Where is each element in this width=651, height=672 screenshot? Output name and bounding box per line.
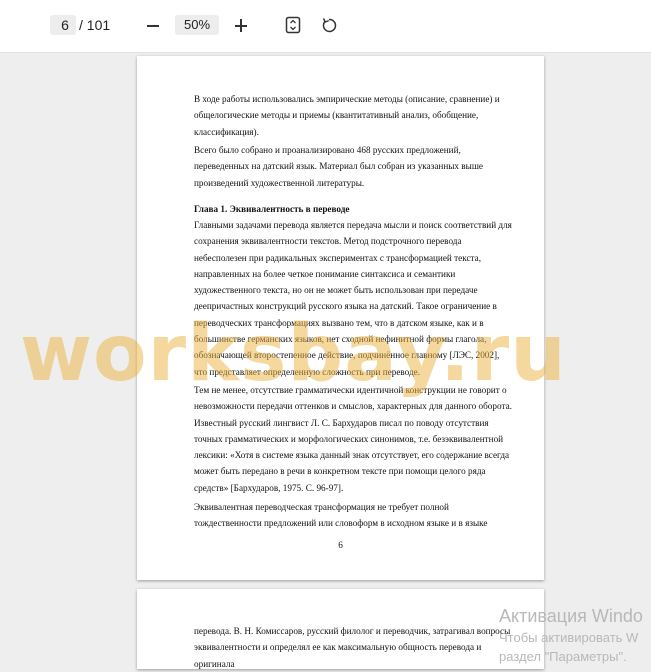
paragraph: Тем не менее, отсутствие грамматически и… — [194, 385, 512, 493]
page-total-label: / 101 — [79, 17, 111, 33]
chapter-heading: Глава 1. Эквивалентность в переводе — [194, 204, 350, 214]
document-page: В ходе работы использовались эмпирически… — [137, 56, 544, 580]
document-viewer[interactable]: В ходе работы использовались эмпирически… — [0, 53, 651, 669]
activation-title: Активация Windo — [499, 606, 643, 626]
activation-line: раздел "Параметры". — [499, 649, 627, 664]
activation-line: Чтобы активировать W — [499, 630, 639, 645]
windows-activation-notice: Активация Windo Чтобы активировать W раз… — [499, 604, 643, 666]
paragraph: Главными задачами перевода является пере… — [194, 220, 512, 377]
paragraph: перевода. В. Н. Комиссаров, русский фило… — [194, 626, 511, 669]
paragraph: Эквивалентная переводческая трансформаци… — [194, 502, 488, 529]
paragraph: Всего было собрано и проанализировано 46… — [194, 145, 483, 188]
minus-icon[interactable] — [144, 15, 162, 35]
plus-icon[interactable] — [232, 15, 250, 35]
zoom-level-field[interactable]: 50% — [175, 15, 219, 35]
pdf-toolbar: 6 / 101 50% — [0, 0, 651, 53]
fit-page-icon[interactable] — [284, 15, 302, 35]
rotate-icon[interactable] — [320, 15, 338, 35]
document-page-next: перевода. В. Н. Комиссаров, русский фило… — [137, 589, 544, 669]
page-number: 6 — [338, 540, 343, 550]
paragraph: В ходе работы использовались эмпирически… — [194, 94, 500, 137]
page-number-input[interactable]: 6 — [50, 15, 76, 35]
